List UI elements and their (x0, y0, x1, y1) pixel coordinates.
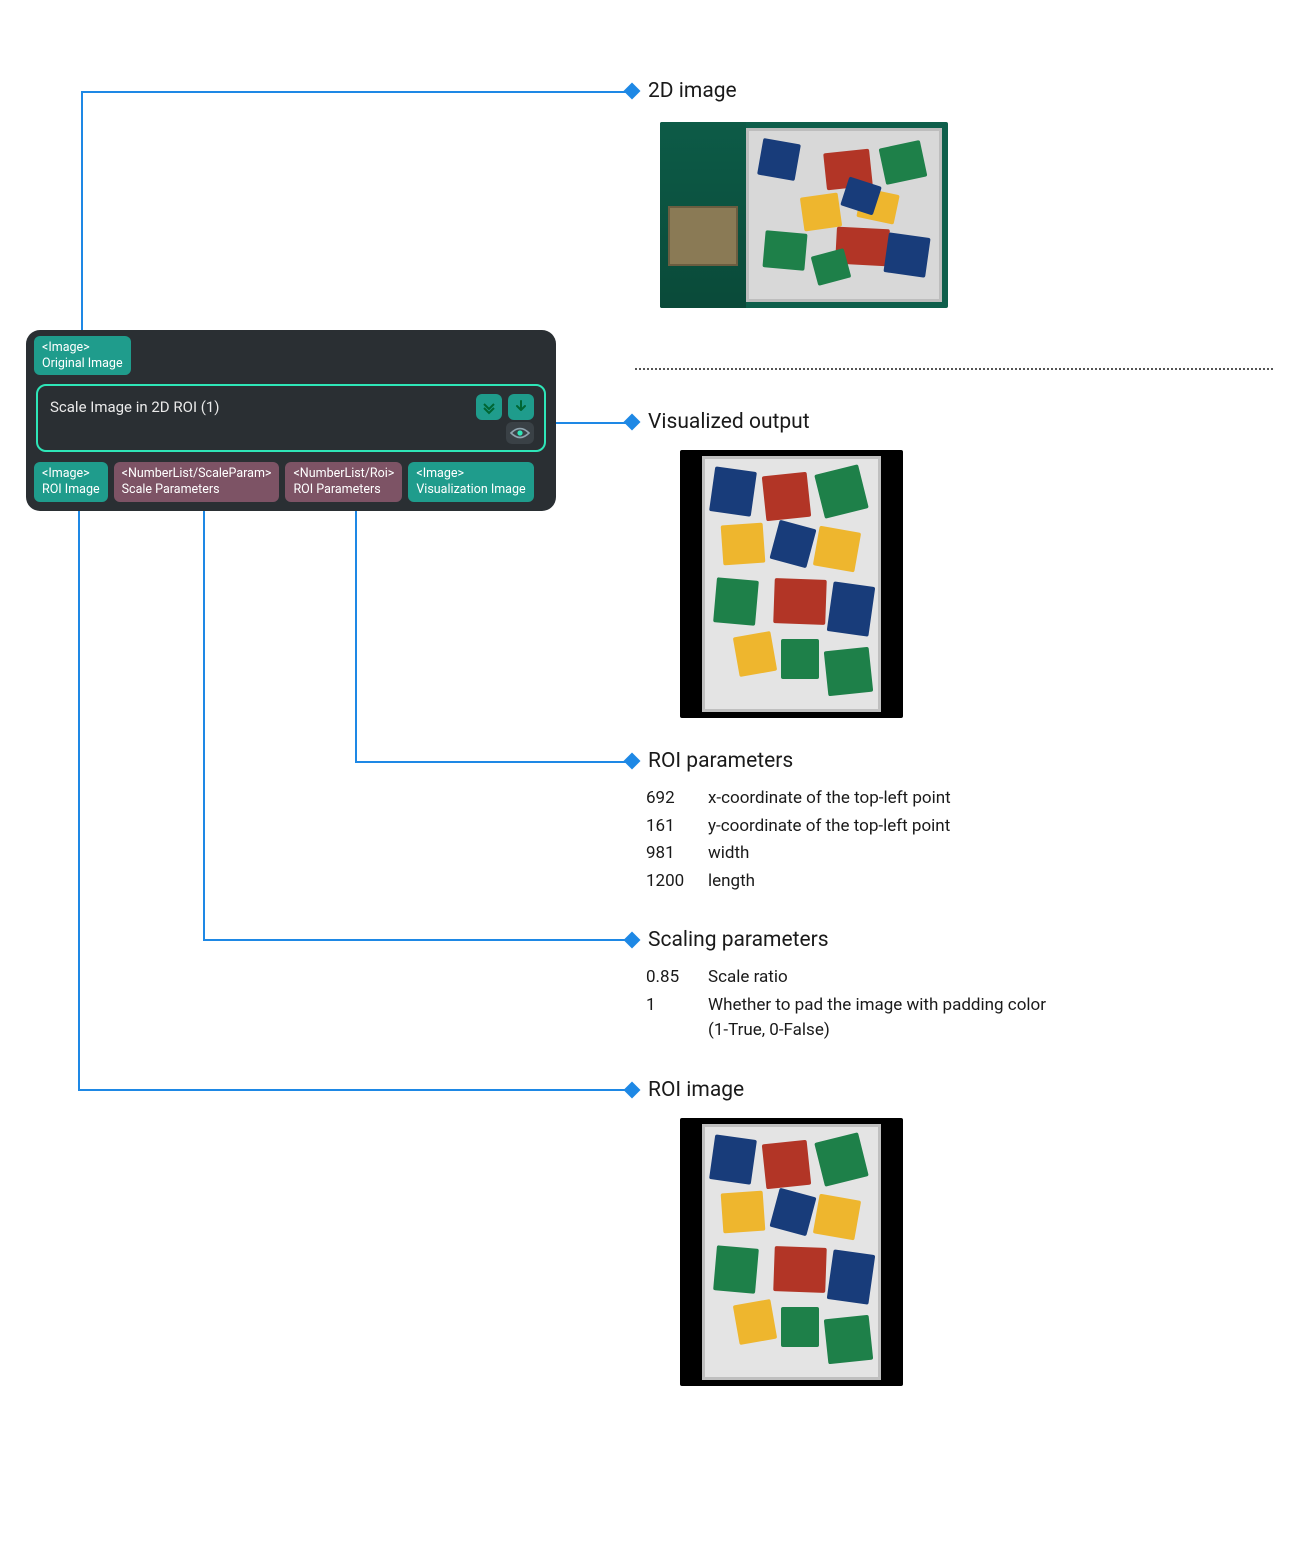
diamond-icon (624, 414, 641, 431)
param-value: 1200 (646, 868, 702, 896)
port-roi-image[interactable]: <Image> ROI Image (34, 462, 108, 501)
port-original-image[interactable]: <Image> Original Image (34, 336, 131, 375)
callout-2d-image: 2D image (626, 79, 737, 103)
roi-params-table: 692x-coordinate of the top-left point 16… (646, 785, 951, 895)
port-type: <Image> (42, 466, 100, 482)
separator-line (635, 368, 1273, 370)
port-label: ROI Image (42, 482, 100, 498)
visualize-icon[interactable] (506, 422, 534, 444)
table-row: 1200length (646, 868, 951, 896)
table-row: 981width (646, 840, 951, 868)
port-visualization-image[interactable]: <Image> Visualization Image (408, 462, 533, 501)
node-card: <Image> Original Image Scale Image in 2D… (26, 330, 556, 511)
port-scale-parameters[interactable]: <NumberList/ScaleParam> Scale Parameters (114, 462, 280, 501)
scale-params-table: 0.85Scale ratio 1Whether to pad the imag… (646, 964, 1056, 1045)
node-bottom-ports: <Image> ROI Image <NumberList/ScaleParam… (26, 456, 556, 504)
collapse-icon[interactable] (476, 394, 502, 420)
callout-roi-image: ROI image (626, 1078, 744, 1102)
param-desc: x-coordinate of the top-left point (702, 785, 951, 813)
diamond-icon (624, 83, 641, 100)
port-label: Original Image (42, 356, 123, 372)
run-icon[interactable] (508, 394, 534, 420)
diamond-icon (624, 932, 641, 949)
param-value: 1 (646, 992, 702, 1045)
node-title: Scale Image in 2D ROI (1) (48, 396, 534, 416)
table-row: 0.85Scale ratio (646, 964, 1056, 992)
table-row: 692x-coordinate of the top-left point (646, 785, 951, 813)
port-type: <Image> (416, 466, 525, 482)
port-type: <Image> (42, 340, 123, 356)
param-value: 692 (646, 785, 702, 813)
node-controls (476, 394, 534, 420)
param-value: 981 (646, 840, 702, 868)
callout-scaling-parameters: Scaling parameters 0.85Scale ratio 1Whet… (626, 928, 1056, 1045)
param-desc: Whether to pad the image with padding co… (702, 992, 1056, 1045)
callout-visualized-output: Visualized output (626, 410, 810, 434)
table-row: 161y-coordinate of the top-left point (646, 813, 951, 841)
port-label: Visualization Image (416, 482, 525, 498)
port-label: Scale Parameters (122, 482, 272, 498)
callout-title: ROI image (648, 1078, 744, 1102)
thumbnail-visualized-output (680, 450, 903, 718)
callout-title: Visualized output (648, 410, 810, 434)
param-desc: y-coordinate of the top-left point (702, 813, 951, 841)
param-value: 161 (646, 813, 702, 841)
thumbnail-2d-image (660, 122, 948, 308)
node-top-ports: <Image> Original Image (26, 330, 556, 378)
port-type: <NumberList/ScaleParam> (122, 466, 272, 482)
param-value: 0.85 (646, 964, 702, 992)
callout-title: ROI parameters (648, 749, 793, 773)
diamond-icon (624, 753, 641, 770)
param-desc: length (702, 868, 951, 896)
param-desc: width (702, 840, 951, 868)
port-type: <NumberList/Roi> (293, 466, 394, 482)
port-label: ROI Parameters (293, 482, 394, 498)
param-desc: Scale ratio (702, 964, 1056, 992)
port-roi-parameters[interactable]: <NumberList/Roi> ROI Parameters (285, 462, 402, 501)
diamond-icon (624, 1082, 641, 1099)
node-body[interactable]: Scale Image in 2D ROI (1) (36, 384, 546, 452)
table-row: 1Whether to pad the image with padding c… (646, 992, 1056, 1045)
callout-title: Scaling parameters (648, 928, 829, 952)
thumbnail-roi-image (680, 1118, 903, 1386)
callout-title: 2D image (648, 79, 737, 103)
callout-roi-parameters: ROI parameters 692x-coordinate of the to… (626, 749, 951, 895)
